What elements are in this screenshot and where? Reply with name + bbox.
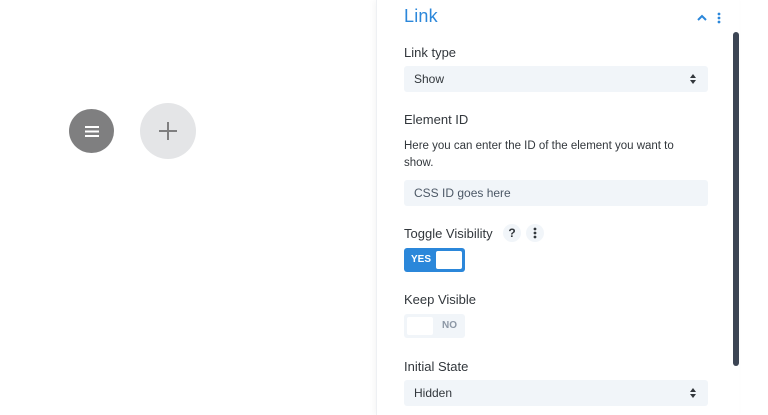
keep-visible-state: NO	[442, 320, 457, 331]
link-type-select[interactable]: Show	[404, 66, 708, 92]
settings-panel: Link Link type Show Element ID Here you …	[376, 0, 739, 415]
section-menu-button[interactable]	[69, 109, 114, 153]
toggle-visibility-switch[interactable]: YES	[404, 248, 465, 272]
chevron-up-icon[interactable]	[695, 11, 709, 23]
toggle-visibility-state: YES	[411, 254, 432, 265]
switch-knob	[407, 317, 433, 335]
select-arrows-icon	[690, 388, 696, 398]
element-id-label: Element ID	[404, 112, 469, 127]
link-type-label: Link type	[404, 45, 457, 60]
plus-icon	[159, 122, 177, 140]
keep-visible-label: Keep Visible	[404, 292, 477, 307]
switch-knob	[436, 251, 462, 269]
hamburger-icon	[84, 125, 99, 137]
field-options-icon[interactable]	[526, 224, 544, 242]
help-icon[interactable]: ?	[503, 224, 521, 242]
panel-scrollbar[interactable]	[733, 32, 739, 366]
select-arrows-icon	[690, 74, 696, 84]
builder-canvas	[0, 0, 376, 415]
panel-title: Link	[404, 6, 438, 26]
initial-state-label: Initial State	[404, 359, 469, 374]
add-module-button[interactable]	[140, 103, 196, 159]
element-id-description: Here you can enter the ID of the element…	[404, 140, 674, 169]
initial-state-select[interactable]: Hidden	[404, 380, 708, 406]
toggle-visibility-label: Toggle Visibility	[404, 226, 493, 241]
vertical-dots-icon[interactable]	[714, 10, 724, 26]
initial-state-value: Hidden	[414, 386, 453, 400]
link-type-value: Show	[414, 72, 445, 86]
keep-visible-switch[interactable]: NO	[404, 314, 465, 338]
element-id-input[interactable]	[404, 180, 708, 206]
